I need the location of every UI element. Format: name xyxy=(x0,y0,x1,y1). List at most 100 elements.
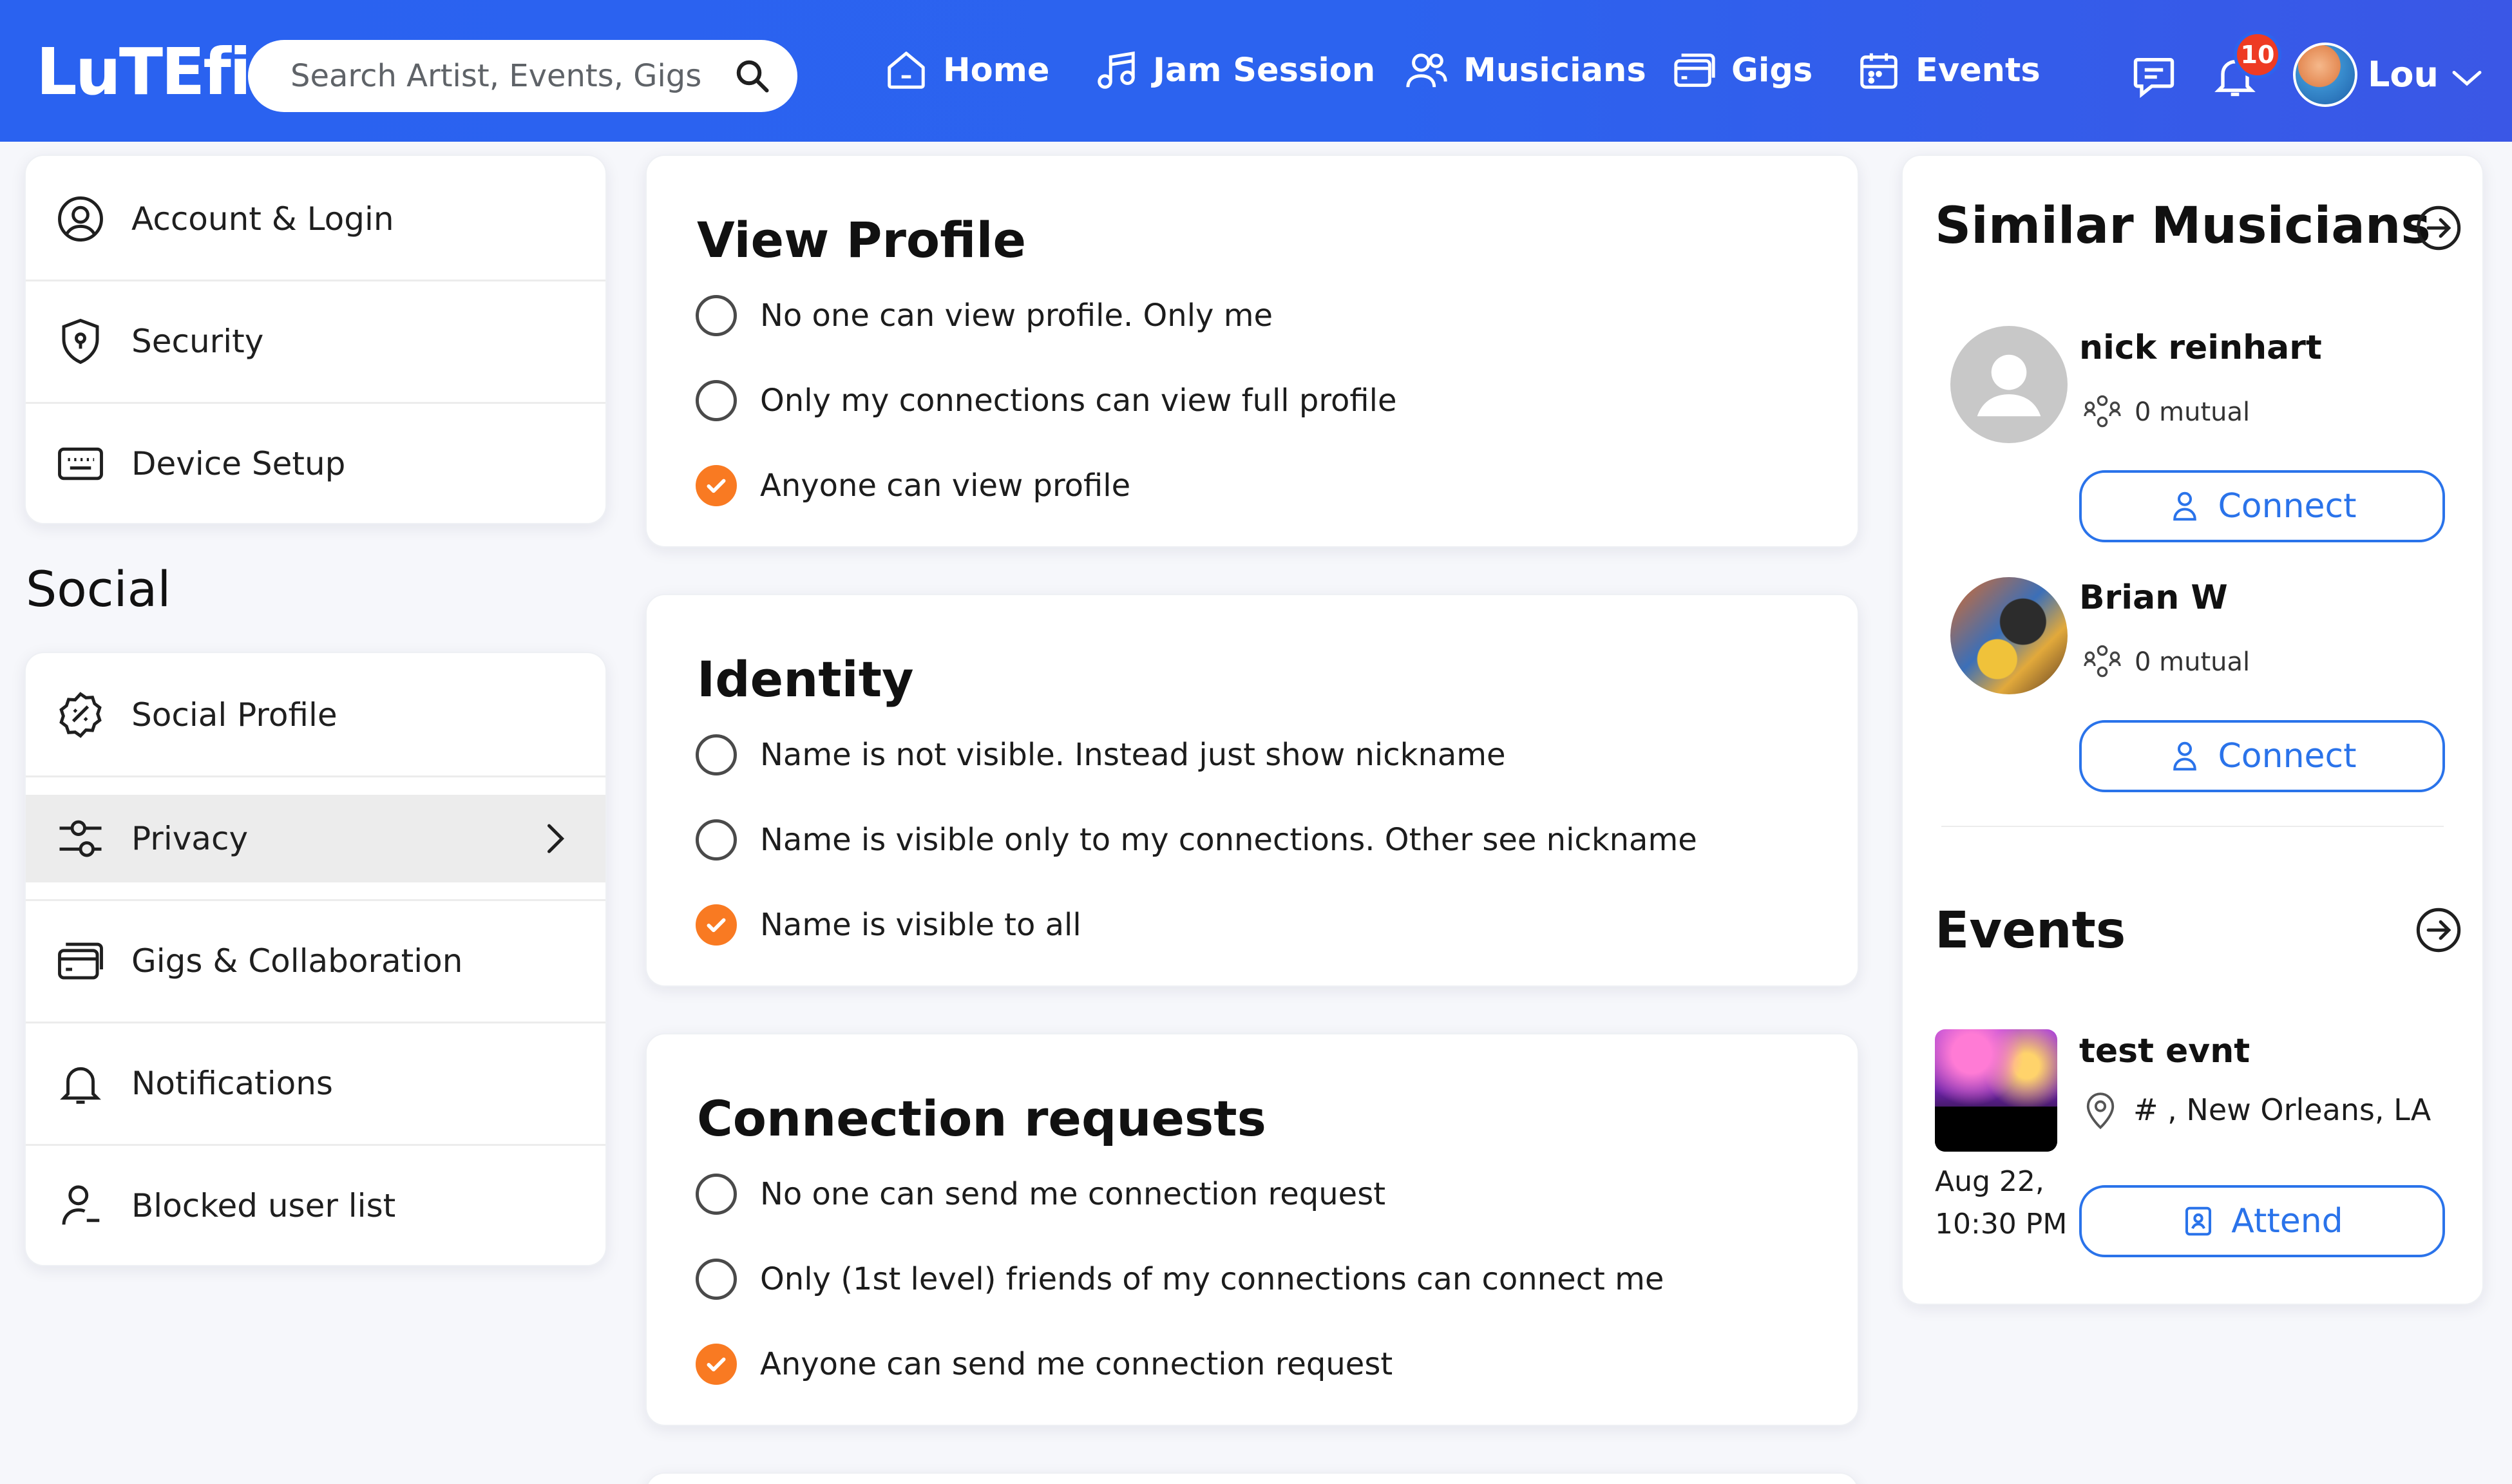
nav-home[interactable]: Home xyxy=(884,48,1049,93)
menu-item-label: Social Profile xyxy=(131,696,338,734)
search-input[interactable] xyxy=(290,58,733,94)
social-section-heading: Social xyxy=(26,560,171,618)
messages-button[interactable] xyxy=(2129,52,2178,103)
radio-button[interactable] xyxy=(696,295,737,336)
option-label: Only my connections can view full profil… xyxy=(760,383,1397,419)
arrow-right-circle-icon[interactable] xyxy=(2414,906,2463,955)
event-date-day: Aug 22, xyxy=(1935,1165,2044,1198)
nav-gigs[interactable]: Gigs xyxy=(1672,48,1813,93)
menu-item-notifications[interactable]: Notifications xyxy=(26,1023,605,1144)
event-thumbnail[interactable] xyxy=(1935,1029,2057,1152)
attend-button[interactable]: Attend xyxy=(2079,1185,2445,1257)
option-label: Only (1st level) friends of my connectio… xyxy=(760,1261,1664,1297)
music-note-icon xyxy=(1098,51,1135,89)
bookmark-user-icon xyxy=(2185,1206,2212,1236)
right-sidebar: Similar Musicians nick reinhart 0 mutual… xyxy=(1901,155,2484,1305)
user-blocked-icon xyxy=(62,1185,100,1225)
nav-gigs-label: Gigs xyxy=(1731,51,1813,90)
calendar-icon xyxy=(1860,53,1898,89)
menu-item-social-profile[interactable]: Social Profile xyxy=(26,654,605,775)
button-label: Attend xyxy=(2231,1202,2343,1241)
user-avatar[interactable] xyxy=(2293,43,2357,107)
user-add-icon xyxy=(2173,741,2197,771)
mutual-connections: 0 mutual xyxy=(2079,639,2250,685)
radio-button[interactable] xyxy=(696,380,737,421)
chevron-down-icon[interactable] xyxy=(2448,58,2486,97)
identity-option-connections[interactable]: Name is visible only to my connections. … xyxy=(696,819,1697,861)
user-circle-icon xyxy=(58,196,103,242)
view-profile-option-connections[interactable]: Only my connections can view full profil… xyxy=(696,380,1397,421)
divider xyxy=(1941,826,2444,827)
section-title: View Profile xyxy=(697,211,1027,269)
menu-item-gigs-collaboration[interactable]: Gigs & Collaboration xyxy=(26,900,605,1022)
map-pin-icon xyxy=(2086,1092,2115,1130)
musician-name[interactable]: nick reinhart xyxy=(2079,328,2322,367)
radio-button[interactable] xyxy=(696,734,737,775)
identity-section: Identity Name is not visible. Instead ju… xyxy=(645,594,1859,987)
view-profile-option-only-me[interactable]: No one can view profile. Only me xyxy=(696,295,1273,336)
avatar-placeholder[interactable] xyxy=(1950,326,2068,443)
search-bar[interactable] xyxy=(248,40,797,112)
nav-jam-session[interactable]: Jam Session xyxy=(1094,48,1375,93)
top-navigation-bar: LuTEfish Home Jam Session Musicians Gigs… xyxy=(0,0,2512,142)
chat-icon xyxy=(2133,57,2174,99)
radio-button-checked[interactable] xyxy=(696,465,737,506)
sliders-icon xyxy=(59,820,102,857)
radio-button-checked[interactable] xyxy=(696,1344,737,1385)
menu-item-privacy[interactable]: Privacy xyxy=(26,795,605,882)
mutual-connections: 0 mutual xyxy=(2079,389,2250,435)
account-settings-menu: Account & Login Security Device Setup xyxy=(24,155,607,524)
menu-item-label: Privacy xyxy=(131,820,249,857)
identity-option-nickname[interactable]: Name is not visible. Instead just show n… xyxy=(696,734,1506,775)
event-date: Aug 22, 10:30 PM xyxy=(1935,1161,2067,1246)
connection-option-no-one[interactable]: No one can send me connection request xyxy=(696,1174,1385,1215)
event-name[interactable]: test evnt xyxy=(2079,1032,2250,1070)
menu-item-account-login[interactable]: Account & Login xyxy=(26,158,605,280)
nav-musicians[interactable]: Musicians xyxy=(1404,48,1646,93)
notification-count-badge: 10 xyxy=(2234,31,2281,79)
cards-icon xyxy=(58,942,103,980)
user-add-icon xyxy=(2173,491,2197,521)
divider xyxy=(26,775,605,777)
connect-button[interactable]: Connect xyxy=(2079,470,2445,542)
bell-icon xyxy=(60,1067,101,1104)
menu-item-label: Gigs & Collaboration xyxy=(131,942,463,980)
event-location: # , New Orleans, LA xyxy=(2079,1089,2431,1131)
connect-button[interactable]: Connect xyxy=(2079,720,2445,792)
checkmark-icon xyxy=(707,1357,726,1372)
option-label: Anyone can view profile xyxy=(760,468,1131,504)
avatar-brian-w[interactable] xyxy=(1950,577,2068,694)
option-label: Name is visible to all xyxy=(760,907,1081,943)
events-title: Events xyxy=(1935,902,2126,960)
connection-option-friends[interactable]: Only (1st level) friends of my connectio… xyxy=(696,1259,1664,1300)
search-icon[interactable] xyxy=(733,57,772,95)
view-profile-option-anyone[interactable]: Anyone can view profile xyxy=(696,465,1130,506)
menu-item-blocked-users[interactable]: Blocked user list xyxy=(26,1145,605,1266)
menu-item-security[interactable]: Security xyxy=(26,281,605,402)
badge-icon xyxy=(59,692,102,738)
musician-name[interactable]: Brian W xyxy=(2079,578,2228,617)
arrow-right-circle-icon[interactable] xyxy=(2414,204,2463,252)
menu-item-label: Notifications xyxy=(131,1065,333,1102)
connection-option-anyone[interactable]: Anyone can send me connection request xyxy=(696,1344,1393,1385)
identity-option-all[interactable]: Name is visible to all xyxy=(696,904,1081,946)
users-icon xyxy=(1406,53,1447,88)
section-title: Identity xyxy=(697,651,914,708)
radio-button[interactable] xyxy=(696,1259,737,1300)
option-label: No one can send me connection request xyxy=(760,1176,1386,1212)
radio-button-checked[interactable] xyxy=(696,904,737,946)
option-label: Name is visible only to my connections. … xyxy=(760,822,1697,858)
next-section-card xyxy=(645,1472,1859,1484)
radio-button[interactable] xyxy=(696,819,737,861)
nav-musicians-label: Musicians xyxy=(1463,51,1646,90)
user-name[interactable]: Lou xyxy=(2368,54,2439,95)
menu-item-label: Security xyxy=(131,323,264,360)
radio-button[interactable] xyxy=(696,1174,737,1215)
nav-home-label: Home xyxy=(943,51,1050,90)
shield-icon xyxy=(62,318,99,365)
menu-item-label: Blocked user list xyxy=(131,1187,396,1224)
menu-item-device-setup[interactable]: Device Setup xyxy=(26,403,605,524)
cards-icon xyxy=(1674,53,1715,87)
nav-events[interactable]: Events xyxy=(1856,48,2041,93)
chevron-right-icon xyxy=(547,824,565,853)
